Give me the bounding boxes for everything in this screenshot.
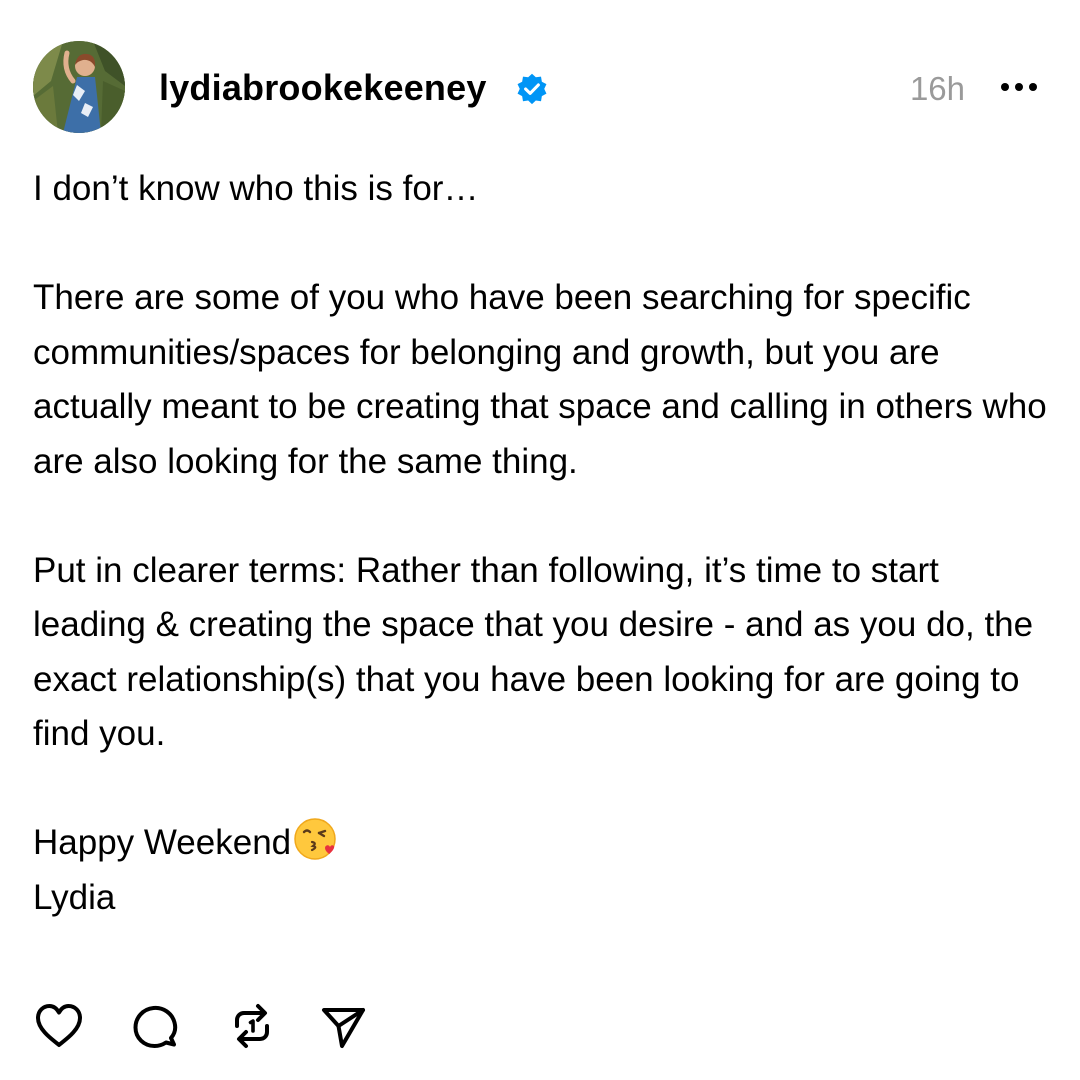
post-body: I don’t know who this is for… There are … [33, 162, 1048, 925]
post-paragraph: There are some of you who have been sear… [33, 278, 1047, 481]
closing-text: Happy Weekend [33, 823, 292, 862]
share-button[interactable] [317, 1000, 369, 1052]
timestamp: 16h [909, 70, 965, 107]
username[interactable]: lydiabrookekeeney [159, 67, 487, 109]
closing-line: Happy Weekend [33, 816, 1048, 871]
verified-badge-icon [517, 73, 547, 105]
send-icon [322, 1008, 365, 1048]
repost-button[interactable] [226, 1000, 278, 1052]
action-bar [33, 1000, 393, 1052]
reply-button[interactable] [129, 1000, 181, 1052]
avatar[interactable] [33, 41, 125, 133]
repost-icon [235, 1004, 269, 1048]
post-header: lydiabrookekeeney 16h [33, 41, 1048, 133]
post-paragraph: Put in clearer terms: Rather than follow… [33, 550, 1034, 754]
kissing-face-emoji [294, 818, 336, 860]
thread-post: lydiabrookekeeney 16h I don’t know who t… [0, 0, 1080, 1080]
post-paragraph: I don’t know who this is for… [33, 169, 479, 208]
signature: Lydia [33, 877, 116, 917]
heart-icon [36, 1004, 82, 1047]
like-button[interactable] [33, 1000, 85, 1052]
more-options-icon[interactable] [1000, 74, 1038, 100]
comment-icon [133, 1005, 178, 1048]
